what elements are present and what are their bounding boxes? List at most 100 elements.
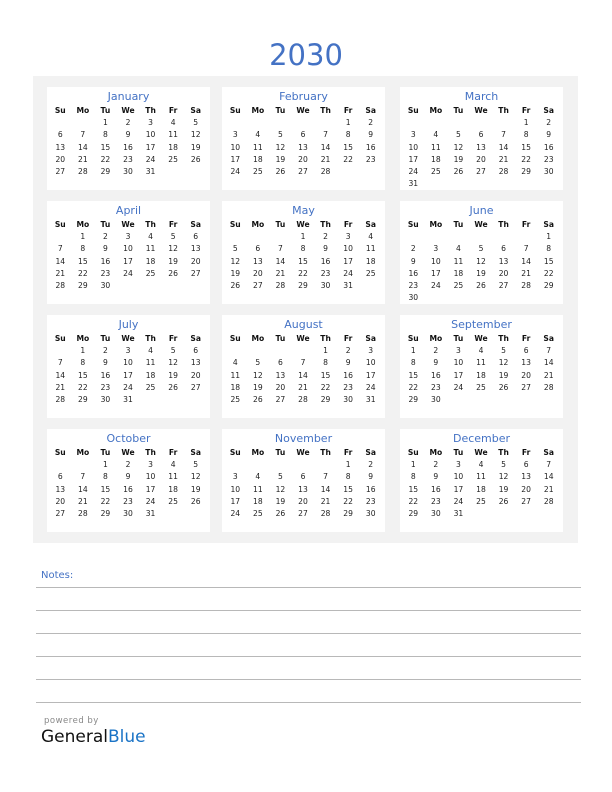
day-cell: 4 bbox=[170, 118, 176, 128]
day-cell: 4 bbox=[148, 346, 153, 356]
day-cell: 27 bbox=[190, 268, 201, 278]
day-cell: 10 bbox=[431, 256, 441, 266]
day-cell: 2 bbox=[410, 244, 416, 254]
day-cell: 7 bbox=[501, 130, 506, 140]
day-cell: 26 bbox=[476, 280, 486, 290]
day-cell: 30 bbox=[543, 166, 554, 176]
day-cell: 30 bbox=[408, 293, 419, 303]
month-october: October Su Mo Tu We Th Fr Sa 1 2 3 4 5 6 7 8 9 10 11 12 13 14… bbox=[47, 429, 210, 532]
day-cell: 17 bbox=[408, 154, 419, 164]
weekday-header: Fr bbox=[343, 220, 353, 229]
day-cell: 23 bbox=[431, 496, 441, 506]
day-cell: 8 bbox=[546, 244, 552, 254]
day-cell: 8 bbox=[410, 358, 416, 368]
day-cell: 2 bbox=[433, 346, 439, 356]
notes-line bbox=[36, 633, 581, 634]
empty-cell bbox=[247, 231, 270, 243]
day-cell: 30 bbox=[123, 166, 133, 176]
powered-by-text: powered by bbox=[44, 716, 99, 726]
weekday-header: Fr bbox=[343, 334, 353, 343]
day-cell: 14 bbox=[78, 484, 88, 494]
day-cell: 1 bbox=[546, 232, 552, 242]
weekday-header: Mo bbox=[251, 106, 265, 115]
day-cell: 26 bbox=[190, 154, 201, 164]
day-cell: 6 bbox=[193, 232, 199, 242]
day-cell: 8 bbox=[345, 472, 351, 482]
month-april: April Su Mo Tu We Th Fr Sa 1 2 3 4 5 6 7 8 9 10 11 12 13 14 15… bbox=[47, 201, 210, 304]
day-cell: 16 bbox=[123, 484, 133, 494]
day-cell: 14 bbox=[55, 256, 66, 266]
month-name: November bbox=[274, 432, 333, 445]
day-cell: 3 bbox=[125, 232, 131, 242]
day-cell: 25 bbox=[431, 166, 441, 176]
day-cell: 13 bbox=[298, 484, 308, 494]
day-cell: 25 bbox=[145, 382, 156, 392]
weekday-header: Fr bbox=[168, 220, 178, 229]
weekday-header: Tu bbox=[275, 220, 286, 229]
day-cell: 13 bbox=[275, 370, 286, 380]
day-cell: 16 bbox=[365, 484, 376, 494]
day-cell: 18 bbox=[476, 370, 486, 380]
day-cell: 26 bbox=[168, 382, 178, 392]
day-cell: 4 bbox=[368, 232, 374, 242]
day-cell: 19 bbox=[253, 382, 263, 392]
day-cell: 25 bbox=[453, 280, 464, 290]
day-cell: 20 bbox=[190, 370, 201, 380]
day-cell: 27 bbox=[253, 280, 263, 290]
day-cell: 17 bbox=[365, 370, 376, 380]
weekday-header: Mo bbox=[251, 448, 265, 457]
day-cell: 26 bbox=[498, 496, 509, 506]
day-cell: 1 bbox=[523, 118, 529, 128]
day-cell: 6 bbox=[478, 130, 484, 140]
weekday-header: Tu bbox=[100, 220, 111, 229]
empty-cell bbox=[269, 459, 292, 471]
day-cell: 20 bbox=[298, 154, 308, 164]
empty-cell bbox=[492, 231, 515, 243]
day-cell: 24 bbox=[145, 154, 156, 164]
day-cell: 13 bbox=[190, 358, 201, 368]
day-cell: 10 bbox=[453, 472, 464, 482]
weekday-header: Th bbox=[145, 334, 156, 343]
weekday-header: Th bbox=[320, 334, 331, 343]
day-cell: 7 bbox=[278, 244, 283, 254]
day-cell: 15 bbox=[298, 256, 308, 266]
day-cell: 3 bbox=[148, 460, 153, 470]
empty-cell bbox=[49, 459, 72, 471]
day-cell: 1 bbox=[323, 346, 328, 356]
day-cell: 9 bbox=[323, 244, 328, 254]
day-cell: 13 bbox=[476, 142, 486, 152]
day-cell: 13 bbox=[55, 142, 66, 152]
day-cell: 16 bbox=[365, 142, 376, 152]
day-cell: 4 bbox=[255, 130, 261, 140]
weekday-header: Su bbox=[407, 220, 419, 229]
day-cell: 13 bbox=[190, 244, 201, 254]
day-cell: 28 bbox=[78, 166, 88, 176]
day-cell: 8 bbox=[410, 472, 416, 482]
day-cell: 24 bbox=[230, 508, 241, 518]
weekday-header: Sa bbox=[365, 220, 376, 229]
day-cell: 25 bbox=[476, 496, 486, 506]
day-cell: 31 bbox=[343, 280, 353, 290]
day-cell: 15 bbox=[543, 256, 554, 266]
weekday-header: Sa bbox=[190, 106, 201, 115]
day-cell: 3 bbox=[125, 346, 131, 356]
generalblue-logo[interactable]: GeneralBlue bbox=[41, 727, 146, 747]
day-cell: 2 bbox=[433, 460, 439, 470]
day-cell: 17 bbox=[145, 142, 156, 152]
day-cell: 25 bbox=[230, 394, 241, 404]
weekday-header: Mo bbox=[429, 106, 443, 115]
day-cell: 5 bbox=[193, 460, 199, 470]
empty-cell bbox=[292, 459, 315, 471]
day-cell: 16 bbox=[343, 370, 353, 380]
month-january: January Su Mo Tu We Th Fr Sa 1 2 3 4 5 6 7 8 9 10 11 12 13 14… bbox=[47, 87, 210, 190]
day-cell: 5 bbox=[501, 346, 506, 356]
day-cell: 18 bbox=[431, 154, 441, 164]
day-cell: 15 bbox=[521, 142, 531, 152]
weekday-header: Sa bbox=[190, 448, 201, 457]
weekday-header: Th bbox=[498, 334, 509, 343]
day-cell: 4 bbox=[232, 358, 238, 368]
weekday-header: Tu bbox=[453, 448, 464, 457]
day-cell: 9 bbox=[433, 358, 439, 368]
day-cell: 6 bbox=[278, 358, 283, 368]
day-cell: 28 bbox=[320, 166, 331, 176]
